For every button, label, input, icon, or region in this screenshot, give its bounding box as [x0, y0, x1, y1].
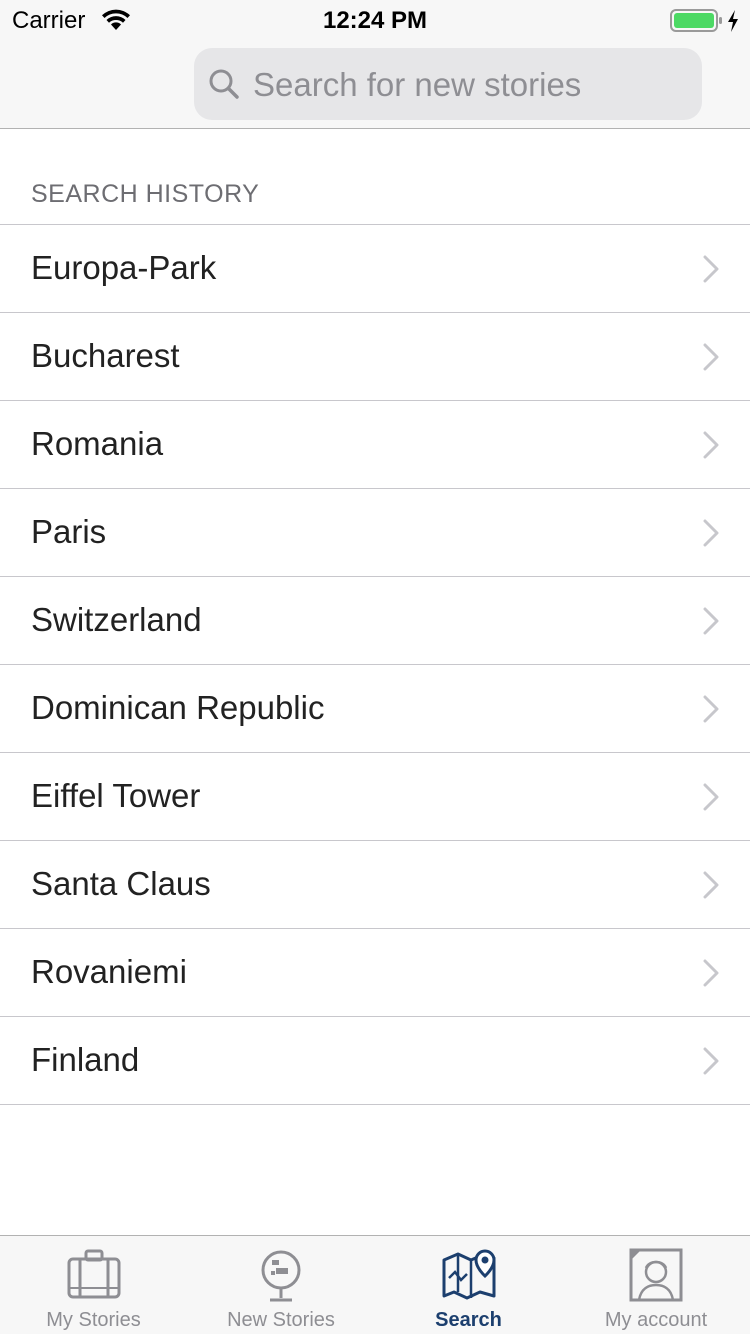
chevron-right-icon	[703, 343, 719, 376]
chevron-right-icon	[703, 783, 719, 816]
history-item-label: Switzerland	[31, 601, 202, 638]
chevron-right-icon	[703, 519, 719, 552]
history-item[interactable]: Switzerland	[0, 577, 750, 665]
chevron-right-icon	[703, 959, 719, 992]
nav-bar: Search for new stories	[0, 40, 750, 129]
history-item[interactable]: Rovaniemi	[0, 929, 750, 1017]
tab-new-stories[interactable]: New Stories	[187, 1236, 375, 1334]
user-photo-icon	[629, 1248, 683, 1307]
status-bar: Carrier 12:24 PM	[0, 0, 750, 40]
chevron-right-icon	[703, 695, 719, 728]
screen: Carrier 12:24 PM Search for new stories …	[0, 0, 750, 1334]
map-pin-icon	[441, 1248, 497, 1307]
history-item-label: Bucharest	[31, 337, 180, 374]
history-item-label: Dominican Republic	[31, 689, 325, 726]
battery-icon	[670, 9, 724, 38]
chevron-right-icon	[703, 431, 719, 464]
history-item[interactable]: Europa-Park	[0, 225, 750, 313]
charging-bolt-icon	[726, 9, 740, 38]
search-placeholder: Search for new stories	[253, 66, 582, 103]
chevron-right-icon	[703, 871, 719, 904]
history-item[interactable]: Eiffel Tower	[0, 753, 750, 841]
history-item-label: Rovaniemi	[31, 953, 187, 990]
chevron-right-icon	[703, 607, 719, 640]
tab-my-account[interactable]: My account	[562, 1236, 750, 1334]
tab-search[interactable]: Search	[375, 1236, 562, 1334]
chevron-right-icon	[703, 255, 719, 288]
tab-my-stories[interactable]: My Stories	[0, 1236, 187, 1334]
status-time: 12:24 PM	[322, 7, 428, 34]
history-item-label: Paris	[31, 513, 107, 550]
section-header: SEARCH HISTORY	[31, 180, 260, 208]
globe-icon	[258, 1248, 304, 1311]
history-item-label: Santa Claus	[31, 865, 211, 902]
search-input[interactable]: Search for new stories	[194, 48, 702, 120]
suitcase-icon	[66, 1248, 122, 1307]
history-item[interactable]: Paris	[0, 489, 750, 577]
tab-label: New Stories	[227, 1309, 335, 1331]
history-item-label: Europa-Park	[31, 249, 217, 286]
tab-label: Search	[435, 1309, 502, 1331]
history-item[interactable]: Romania	[0, 401, 750, 489]
history-item-label: Romania	[31, 425, 164, 462]
tab-label: My Stories	[46, 1309, 141, 1331]
history-item[interactable]: Finland	[0, 1017, 750, 1105]
history-item[interactable]: Bucharest	[0, 313, 750, 401]
history-item[interactable]: Dominican Republic	[0, 665, 750, 753]
history-item-label: Eiffel Tower	[31, 777, 201, 814]
search-icon	[208, 68, 240, 105]
search-history-list: Europa-Park Bucharest Romania Paris Switzerl…	[0, 224, 750, 1105]
tab-label: My account	[604, 1309, 708, 1331]
chevron-right-icon	[703, 1047, 719, 1080]
history-item[interactable]: Santa Claus	[0, 841, 750, 929]
tab-bar: My Stories New Stories Search My account	[0, 1235, 750, 1334]
history-item-label: Finland	[31, 1041, 140, 1078]
